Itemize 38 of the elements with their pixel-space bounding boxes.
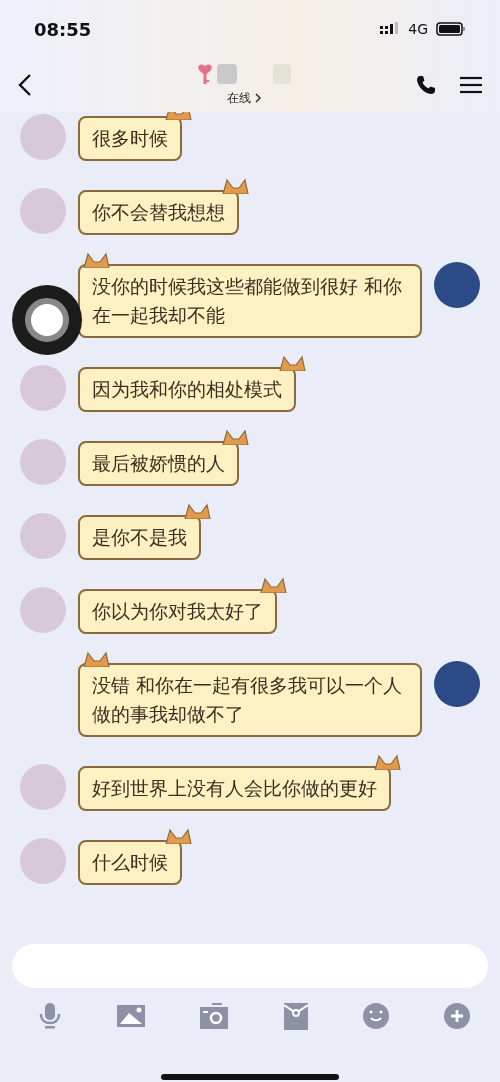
back-icon[interactable] [18,73,32,97]
cat-ears-icon [221,178,249,194]
image-icon[interactable] [117,1004,146,1028]
message-bubble: 你以为你对我太好了 [78,589,277,634]
cat-ears-icon [183,503,211,519]
message-bubble: 你不会替我想想 [78,190,239,235]
blurred-name [217,64,237,84]
message-bubble: 最后被娇惯的人 [78,441,239,486]
message-bubble: 因为我和你的相处模式 [78,367,296,412]
signal-icon [380,22,401,36]
message-bubble: 是你不是我 [78,515,201,560]
menu-icon[interactable] [460,76,482,94]
chevron-right-icon[interactable] [255,93,261,103]
avatar-photo[interactable] [434,262,480,308]
cat-ears-icon [82,651,110,667]
message-bubble: 没你的时候我这些都能做到很好 和你在一起我却不能 [78,264,422,338]
online-status: 在线 [227,90,251,107]
emoji-icon[interactable] [362,1003,389,1029]
cat-ears-icon [259,577,287,593]
microphone-icon[interactable] [38,1002,62,1030]
message-bubble: 很多时候 [78,116,182,161]
message-bubble: 什么时候 [78,840,182,885]
phone-icon[interactable] [416,75,436,95]
camera-icon[interactable] [200,1003,229,1029]
plus-icon[interactable] [443,1003,470,1029]
heart-key-icon [197,63,213,85]
avatar-photo[interactable] [434,661,480,707]
message-bubble: 好到世界上没有人会比你做的更好 [78,766,391,811]
battery-icon [436,22,466,36]
network-type: 4G [408,19,428,39]
cat-ears-icon [373,754,401,770]
message-bubble: 没错 和你在一起有很多我可以一个人做的事我却做不了 [78,663,422,737]
cat-ears-icon [164,828,192,844]
cat-ears-icon [82,252,110,268]
status-time: 08:55 [34,17,92,42]
envelope-icon[interactable] [283,1002,308,1030]
cat-ears-icon [221,429,249,445]
cat-ears-icon [278,355,306,371]
